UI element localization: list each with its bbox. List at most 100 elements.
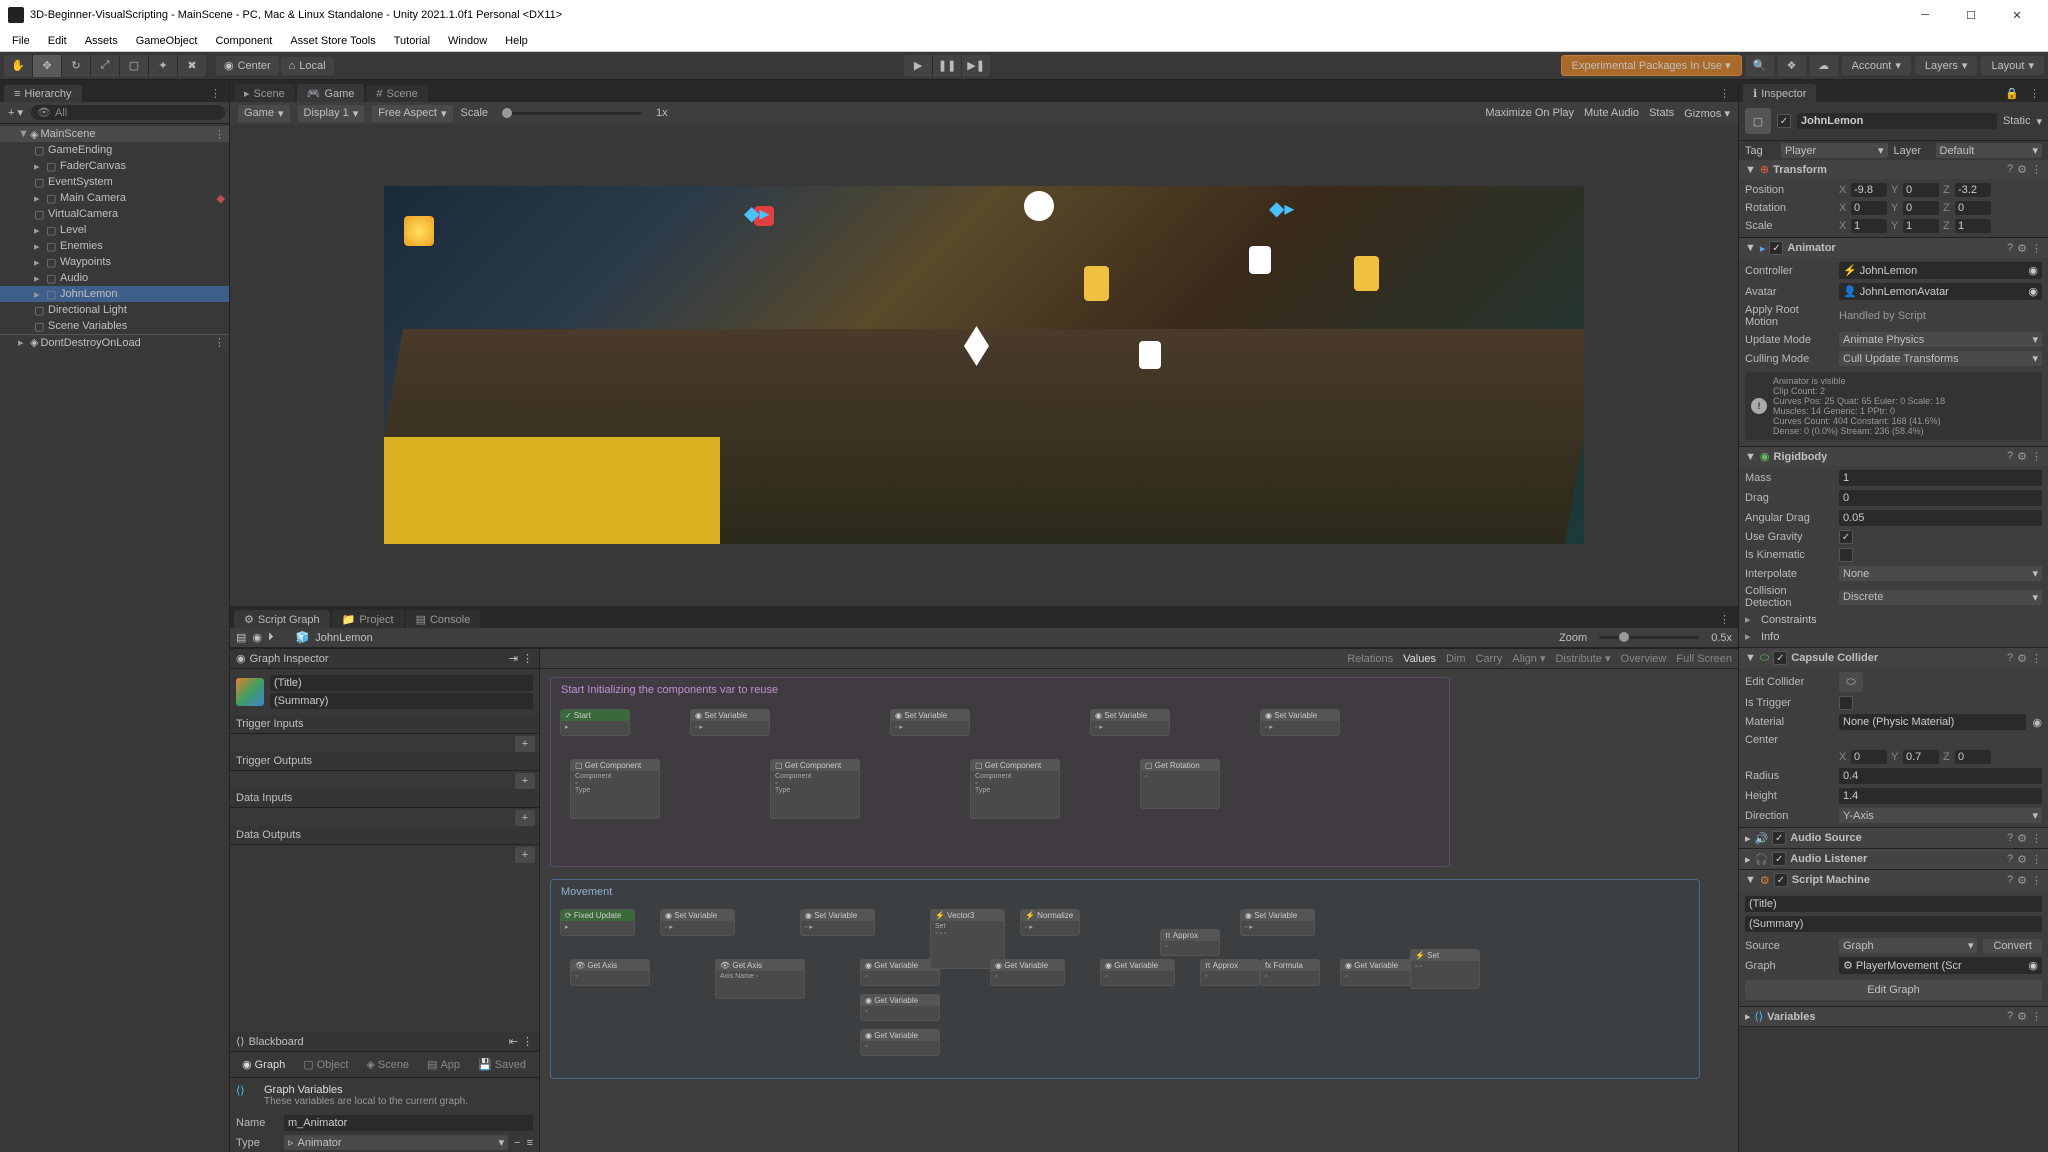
var-type-dropdown[interactable]: ▹ Animator▾ bbox=[284, 1135, 508, 1150]
graph-node[interactable]: ◉ Get Variable◦ bbox=[860, 959, 940, 986]
ang-drag-field[interactable]: 0.05 bbox=[1839, 510, 2042, 526]
hierarchy-item[interactable]: ▸▢ Level bbox=[0, 222, 229, 238]
interpolate-dropdown[interactable]: None▾ bbox=[1839, 566, 2042, 581]
capsule-enabled[interactable] bbox=[1773, 651, 1787, 665]
graph-summary-field[interactable]: (Summary) bbox=[270, 693, 533, 709]
bb-tab-saved[interactable]: 💾 Saved bbox=[472, 1056, 532, 1073]
pos-x[interactable]: -9.8 bbox=[1851, 183, 1887, 197]
graph-node[interactable]: 👁 Get Axis◦ bbox=[570, 959, 650, 986]
aspect-dropdown[interactable]: Free Aspect ▾ bbox=[372, 105, 452, 122]
add-trigger-input[interactable]: + bbox=[515, 736, 535, 752]
trigger-inputs-header[interactable]: Trigger Inputs bbox=[230, 715, 539, 734]
zoom-slider[interactable] bbox=[1599, 636, 1699, 639]
graph-node[interactable]: ◉ Get Variable◦ bbox=[1100, 959, 1175, 986]
graph-node[interactable]: ◉ Get Variable◦ bbox=[1340, 959, 1415, 986]
hierarchy-item[interactable]: ▸▢ FaderCanvas bbox=[0, 158, 229, 174]
project-tab[interactable]: 📁 Project bbox=[332, 610, 404, 628]
bb-tab-scene[interactable]: ◈ Scene bbox=[360, 1056, 415, 1073]
trigger-outputs-header[interactable]: Trigger Outputs bbox=[230, 752, 539, 771]
graph-node[interactable]: ◉ Set Variable◦ ▸ bbox=[1090, 709, 1170, 736]
console-tab[interactable]: ▤ Console bbox=[406, 610, 481, 628]
menu-assets[interactable]: Assets bbox=[77, 33, 126, 49]
center-z[interactable]: 0 bbox=[1955, 750, 1991, 764]
graph-node[interactable]: fx Formula◦ bbox=[1260, 959, 1320, 986]
add-data-input[interactable]: + bbox=[515, 810, 535, 826]
graph-node[interactable]: π Approx◦ bbox=[1160, 929, 1220, 956]
game-tab[interactable]: 🎮 Game bbox=[297, 84, 365, 102]
create-dropdown[interactable]: + ▾ bbox=[4, 104, 27, 121]
drag-var[interactable]: ≡ bbox=[527, 1137, 533, 1149]
scene-row[interactable]: ▼◈ MainScene⋮ bbox=[0, 126, 229, 142]
graph-title-field[interactable]: (Title) bbox=[270, 675, 533, 691]
capsule-header[interactable]: ▼ ⬭ Capsule Collider?⚙⋮ bbox=[1739, 648, 2048, 668]
sm-summary-field[interactable]: (Summary) bbox=[1745, 916, 2042, 932]
controller-field[interactable]: ⚡ JohnLemon◉ bbox=[1839, 262, 2042, 279]
sg-icon1[interactable]: ▤ bbox=[236, 631, 246, 644]
sg-distribute[interactable]: Distribute ▾ bbox=[1555, 652, 1610, 665]
static-dropdown[interactable]: ▾ bbox=[2036, 115, 2042, 128]
help-icon[interactable]: ? bbox=[2007, 163, 2013, 176]
center-y[interactable]: 0.7 bbox=[1903, 750, 1939, 764]
hierarchy-tab[interactable]: ≡ Hierarchy bbox=[4, 85, 82, 102]
graph-asset-field[interactable]: ⚙ PlayerMovement (Scr◉ bbox=[1839, 957, 2042, 974]
preset-icon[interactable]: ⚙ bbox=[2017, 163, 2027, 176]
graph-node[interactable]: ⟳ Fixed Update▸ bbox=[560, 909, 635, 936]
pos-z[interactable]: -3.2 bbox=[1955, 183, 1991, 197]
direction-dropdown[interactable]: Y-Axis▾ bbox=[1839, 808, 2042, 823]
scene-menu-icon[interactable]: ⋮ bbox=[1715, 85, 1734, 102]
animator-enabled[interactable] bbox=[1769, 241, 1783, 255]
play-button[interactable]: ▶ bbox=[904, 55, 932, 77]
hierarchy-item[interactable]: ▸▢ Main Camera◆ bbox=[0, 190, 229, 206]
hierarchy-item[interactable]: ▢ VirtualCamera bbox=[0, 206, 229, 222]
sg-align[interactable]: Align ▾ bbox=[1512, 652, 1545, 665]
pivot-local[interactable]: ⌂ Local bbox=[281, 57, 334, 75]
hierarchy-item[interactable]: ▸▢ Audio bbox=[0, 270, 229, 286]
rot-z[interactable]: 0 bbox=[1955, 201, 1991, 215]
source-dropdown[interactable]: Graph▾ bbox=[1839, 938, 1977, 953]
info-foldout[interactable]: Info bbox=[1761, 631, 1779, 643]
layer-dropdown[interactable]: Default▾ bbox=[1936, 143, 2043, 158]
graph-canvas[interactable]: Start Initializing the components var to… bbox=[540, 669, 1738, 1152]
game-dropdown[interactable]: Game ▾ bbox=[238, 105, 290, 122]
layout-dropdown[interactable]: Layout ▾ bbox=[1981, 56, 2044, 75]
hierarchy-item[interactable]: ▢ GameEnding bbox=[0, 142, 229, 158]
display-dropdown[interactable]: Display 1 ▾ bbox=[298, 105, 365, 122]
hierarchy-item[interactable]: ▸▢ Waypoints bbox=[0, 254, 229, 270]
graph-node[interactable]: ⚡ Set◦ ◦ bbox=[1410, 949, 1480, 989]
data-outputs-header[interactable]: Data Outputs bbox=[230, 826, 539, 845]
pos-y[interactable]: 0 bbox=[1903, 183, 1939, 197]
breadcrumb[interactable]: JohnLemon bbox=[315, 632, 373, 644]
variables-header[interactable]: ▸ ⟨⟩ Variables?⚙⋮ bbox=[1739, 1007, 2048, 1026]
edit-graph-button[interactable]: Edit Graph bbox=[1745, 980, 2042, 1000]
graph-node[interactable]: ◉ Get Variable◦ bbox=[860, 994, 940, 1021]
scale-slider[interactable] bbox=[502, 112, 642, 115]
bb-tab-object[interactable]: ▢ Object bbox=[297, 1056, 354, 1073]
use-gravity-checkbox[interactable] bbox=[1839, 530, 1853, 544]
scale-y[interactable]: 1 bbox=[1903, 219, 1939, 233]
convert-button[interactable]: Convert bbox=[1983, 939, 2042, 953]
is-trigger-checkbox[interactable] bbox=[1839, 696, 1853, 710]
scene2-tab[interactable]: # Scene bbox=[366, 85, 427, 102]
sg-icon2[interactable]: ◉ bbox=[252, 631, 262, 644]
physic-material-field[interactable]: None (Physic Material) bbox=[1839, 714, 2026, 730]
gameobject-name-field[interactable]: JohnLemon bbox=[1797, 113, 1997, 129]
scale-z[interactable]: 1 bbox=[1955, 219, 1991, 233]
menu-assetstore[interactable]: Asset Store Tools bbox=[282, 33, 383, 49]
graph-node[interactable]: ⚡ Normalize◦ ▸ bbox=[1020, 909, 1080, 936]
graph-node[interactable]: ◉ Set Variable◦ ▸ bbox=[1240, 909, 1315, 936]
graph-node[interactable]: ▢ Get ComponentComponent◦Type bbox=[570, 759, 660, 819]
hierarchy-item[interactable]: ▢ Directional Light bbox=[0, 302, 229, 318]
graph-node[interactable]: ◉ Set Variable◦ ▸ bbox=[690, 709, 770, 736]
move-tool[interactable]: ✥ bbox=[33, 55, 61, 77]
data-inputs-header[interactable]: Data Inputs bbox=[230, 789, 539, 808]
is-kinematic-checkbox[interactable] bbox=[1839, 548, 1853, 562]
avatar-field[interactable]: 👤 JohnLemonAvatar◉ bbox=[1839, 283, 2042, 300]
layers-dropdown[interactable]: Layers ▾ bbox=[1915, 56, 1978, 75]
graph-node[interactable]: π Approx◦ bbox=[1200, 959, 1260, 986]
scene-tab[interactable]: ▸ Scene bbox=[234, 84, 295, 102]
bb-tab-app[interactable]: ▤ App bbox=[421, 1056, 466, 1073]
step-button[interactable]: ▶❚ bbox=[962, 55, 990, 77]
sg-carry[interactable]: Carry bbox=[1476, 653, 1503, 665]
graph-node[interactable]: ◉ Set Variable◦ ▸ bbox=[660, 909, 735, 936]
rot-y[interactable]: 0 bbox=[1903, 201, 1939, 215]
